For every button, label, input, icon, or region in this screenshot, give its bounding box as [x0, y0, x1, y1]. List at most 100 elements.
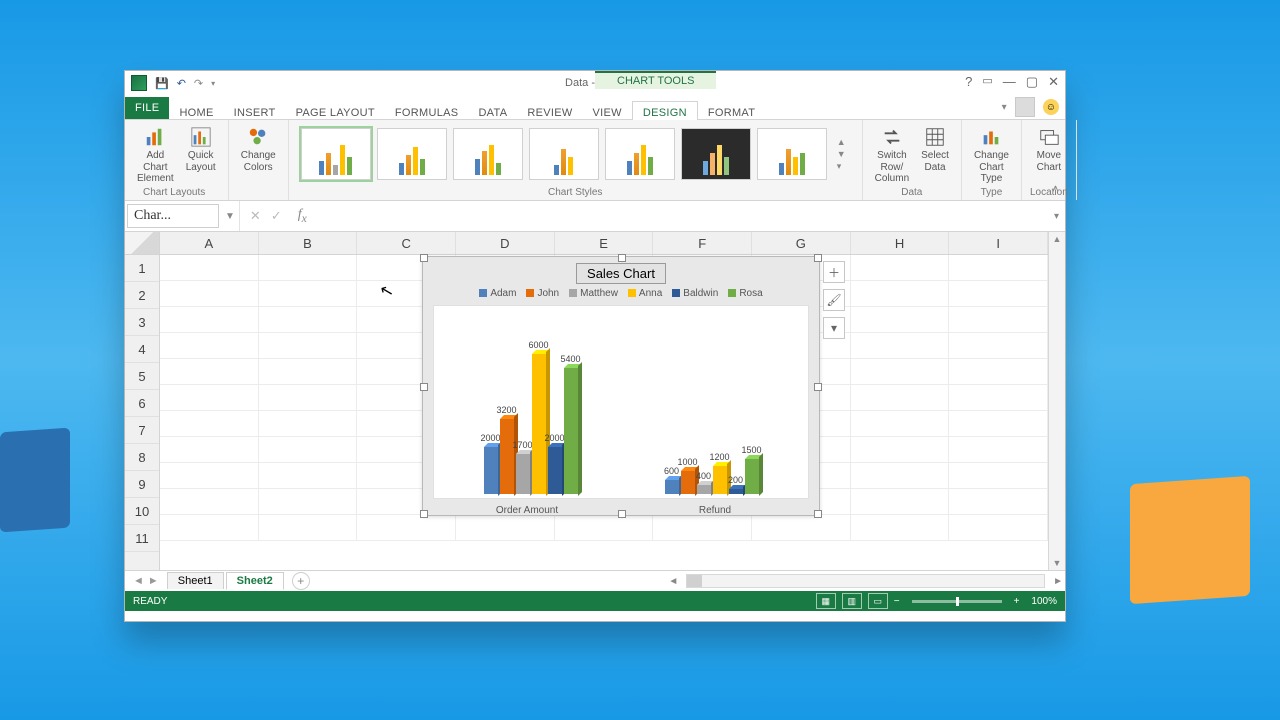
redo-icon[interactable]: ↷ — [194, 77, 203, 90]
cell[interactable] — [949, 359, 1048, 385]
column-header[interactable]: E — [555, 232, 654, 254]
quick-layout-button[interactable]: Quick Layout — [182, 124, 220, 175]
account-avatar[interactable] — [1015, 97, 1035, 117]
bar[interactable]: 200 — [729, 489, 743, 494]
cell[interactable] — [949, 333, 1048, 359]
chart-legend[interactable]: AdamJohnMatthewAnnaBaldwinRosa — [423, 288, 819, 299]
cell[interactable] — [259, 281, 358, 307]
cell[interactable] — [160, 515, 259, 541]
row-header[interactable]: 1 — [125, 255, 159, 282]
cell[interactable] — [851, 385, 950, 411]
bar[interactable]: 1000 — [681, 471, 695, 494]
sheet-nav-next-icon[interactable]: ► — [148, 575, 159, 587]
cell[interactable] — [160, 255, 259, 281]
page-layout-view-icon[interactable]: ▥ — [842, 593, 862, 609]
cell[interactable] — [160, 385, 259, 411]
cell[interactable] — [259, 333, 358, 359]
cell[interactable] — [752, 515, 851, 541]
sheet-tab[interactable]: Sheet1 — [167, 572, 224, 589]
cell[interactable] — [259, 463, 358, 489]
cancel-formula-icon[interactable]: ✕ — [250, 208, 261, 224]
select-all-corner[interactable] — [125, 232, 159, 255]
hscroll-right-icon[interactable]: ► — [1051, 576, 1065, 587]
chart-title[interactable]: Sales Chart — [576, 263, 666, 284]
legend-item[interactable]: John — [526, 288, 559, 299]
help-icon[interactable]: ? — [965, 74, 972, 90]
qat-more-icon[interactable]: ▾ — [211, 79, 215, 88]
cell[interactable] — [949, 307, 1048, 333]
cell[interactable] — [851, 515, 950, 541]
chart-style-thumb[interactable] — [757, 128, 827, 180]
cell[interactable] — [851, 281, 950, 307]
cell[interactable] — [160, 307, 259, 333]
column-header[interactable]: B — [259, 232, 358, 254]
bar[interactable]: 2000 — [548, 447, 562, 494]
ribbon-expand-icon[interactable]: ▾ — [1002, 102, 1007, 113]
chart-style-thumb[interactable] — [681, 128, 751, 180]
cell[interactable] — [160, 333, 259, 359]
cell[interactable] — [259, 307, 358, 333]
chart-style-thumb[interactable] — [529, 128, 599, 180]
column-header[interactable]: H — [851, 232, 950, 254]
add-sheet-button[interactable]: + — [292, 572, 310, 590]
fx-icon[interactable]: fx — [292, 207, 313, 225]
horizontal-scrollbar[interactable] — [686, 574, 1045, 588]
chart-plot-area[interactable]: 2000320017006000200054006001000400120020… — [433, 305, 809, 499]
cell[interactable] — [851, 411, 950, 437]
column-header[interactable]: F — [653, 232, 752, 254]
cell[interactable] — [160, 489, 259, 515]
column-header[interactable]: D — [456, 232, 555, 254]
bar[interactable]: 1200 — [713, 466, 727, 494]
cell[interactable] — [357, 515, 456, 541]
maximize-icon[interactable]: ▢ — [1026, 74, 1038, 90]
cell[interactable] — [949, 385, 1048, 411]
cell[interactable] — [949, 411, 1048, 437]
cell[interactable] — [851, 255, 950, 281]
bar[interactable]: 600 — [665, 480, 679, 494]
row-header[interactable]: 9 — [125, 471, 159, 498]
bar[interactable]: 3200 — [500, 419, 514, 494]
tab-file[interactable]: FILE — [125, 97, 169, 119]
cell[interactable] — [949, 281, 1048, 307]
sheet-tab[interactable]: Sheet2 — [226, 572, 284, 590]
bar[interactable]: 6000 — [532, 354, 546, 494]
legend-item[interactable]: Rosa — [728, 288, 762, 299]
row-header[interactable]: 11 — [125, 525, 159, 552]
formula-input[interactable] — [313, 205, 1048, 227]
gallery-scroll[interactable]: ▲▼▾ — [833, 137, 850, 172]
row-header[interactable]: 10 — [125, 498, 159, 525]
change-colors-button[interactable]: Change Colors — [237, 124, 280, 175]
row-header[interactable]: 8 — [125, 444, 159, 471]
bar[interactable]: 1700 — [516, 454, 530, 494]
cell[interactable] — [259, 359, 358, 385]
cell[interactable] — [949, 255, 1048, 281]
normal-view-icon[interactable]: ▦ — [816, 593, 836, 609]
legend-item[interactable]: Baldwin — [672, 288, 718, 299]
row-header[interactable]: 2 — [125, 282, 159, 309]
chart-style-thumb[interactable] — [377, 128, 447, 180]
sheet-nav-prev-icon[interactable]: ◄ — [133, 575, 144, 587]
bar[interactable]: 2000 — [484, 447, 498, 494]
cell[interactable] — [259, 489, 358, 515]
undo-icon[interactable]: ↶ — [177, 77, 186, 90]
row-header[interactable]: 4 — [125, 336, 159, 363]
page-break-view-icon[interactable]: ▭ — [868, 593, 888, 609]
cell[interactable] — [949, 489, 1048, 515]
cell[interactable] — [851, 333, 950, 359]
cell[interactable] — [653, 515, 752, 541]
name-box-dropdown-icon[interactable]: ▼ — [221, 201, 240, 231]
hscroll-left-icon[interactable]: ◄ — [666, 576, 680, 587]
column-header[interactable]: I — [949, 232, 1048, 254]
column-header[interactable]: G — [752, 232, 851, 254]
cell[interactable] — [160, 281, 259, 307]
chart-style-thumb[interactable] — [453, 128, 523, 180]
cell[interactable] — [160, 411, 259, 437]
cell[interactable] — [851, 359, 950, 385]
close-icon[interactable]: ✕ — [1048, 74, 1059, 90]
cell[interactable] — [851, 489, 950, 515]
row-header[interactable]: 7 — [125, 417, 159, 444]
add-chart-element-button[interactable]: Add Chart Element — [133, 124, 178, 187]
save-icon[interactable]: 💾 — [155, 77, 169, 90]
column-header[interactable]: C — [357, 232, 456, 254]
change-chart-type-button[interactable]: Change Chart Type — [970, 124, 1013, 187]
